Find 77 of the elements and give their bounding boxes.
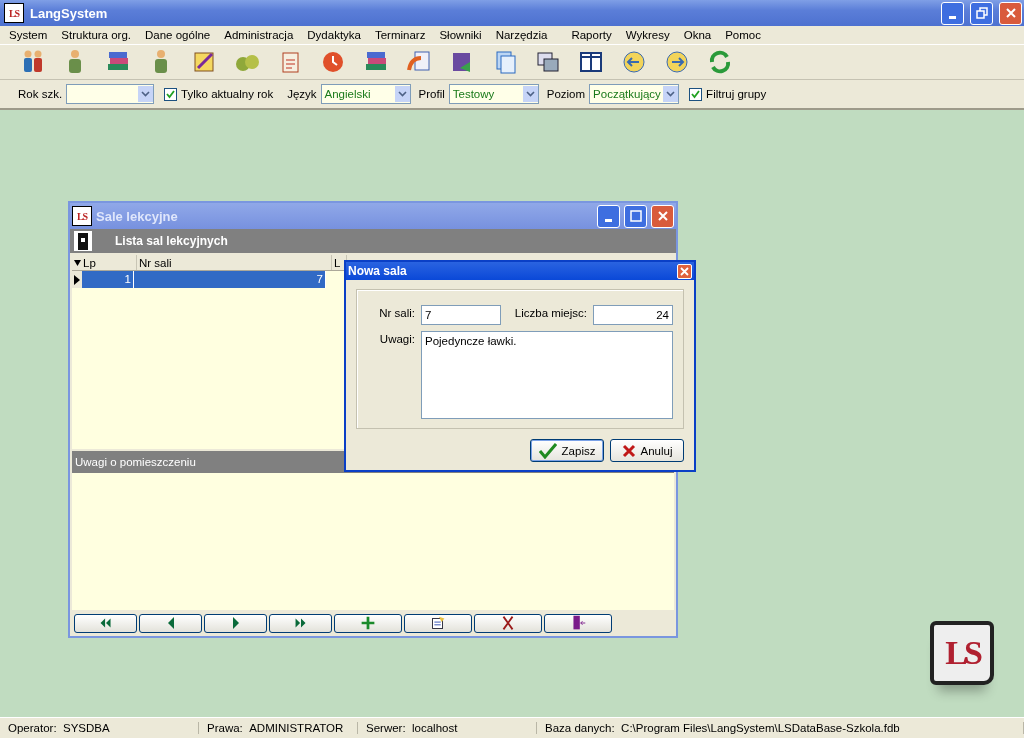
- table-cell: 1: [82, 271, 134, 288]
- status-field: Operator: SYSDBA: [0, 722, 199, 734]
- app-logo: LS: [930, 621, 994, 685]
- minimize-icon: [949, 15, 956, 19]
- room-number-field[interactable]: 7: [421, 305, 501, 325]
- minimize-button[interactable]: [941, 1, 964, 25]
- door-icon: [73, 230, 93, 252]
- add-button[interactable]: [334, 613, 402, 633]
- close-icon: [1004, 7, 1017, 19]
- panel-title: Lista sal lekcyjnych: [115, 234, 228, 248]
- close-button[interactable]: [651, 204, 674, 228]
- dropdown[interactable]: Testowy: [448, 84, 539, 104]
- rewind-button[interactable]: [74, 613, 137, 633]
- dialog-title: Nowa sala: [348, 264, 407, 278]
- seats-field[interactable]: 24: [593, 305, 673, 325]
- notes-field[interactable]: Pojedyncze ławki.: [421, 331, 673, 419]
- window-title: Sale lekcyjne: [96, 208, 179, 224]
- menu-item[interactable]: System: [2, 29, 55, 41]
- close-icon: [680, 266, 689, 276]
- check-icon: [166, 89, 176, 99]
- menu-item[interactable]: Dydaktyka: [300, 29, 368, 41]
- filter-label: Poziom: [546, 88, 586, 100]
- field-label: Nr sali:: [378, 306, 416, 319]
- dropdown[interactable]: Początkujący: [589, 84, 680, 104]
- exit-door-button[interactable]: [544, 613, 612, 633]
- sort-arrow-icon: [74, 259, 81, 266]
- filter-label: Profil: [418, 88, 445, 100]
- status-field: Baza danych: C:\Program Files\LangSystem\LSDataBase-Szkola.fdb: [537, 722, 1024, 734]
- maximize-icon: [629, 210, 642, 222]
- check-icon: [538, 442, 557, 459]
- check-icon: [691, 89, 701, 99]
- restore-icon: [975, 7, 988, 19]
- section-title: Uwagi o pomieszczeniu: [75, 456, 196, 468]
- checkbox[interactable]: Filtruj grupy: [689, 87, 767, 101]
- dropdown[interactable]: [66, 84, 155, 104]
- filter-label: Rok szk.: [18, 88, 63, 100]
- window-title: LangSystem: [30, 5, 109, 21]
- menu-item[interactable]: Pomoc: [718, 29, 768, 41]
- menu-item[interactable]: Administracja: [217, 29, 301, 41]
- close-button[interactable]: [999, 1, 1022, 25]
- field-label: Uwagi:: [378, 332, 416, 345]
- menu-item[interactable]: Struktura org.: [54, 29, 138, 41]
- minimize-button[interactable]: [597, 204, 620, 228]
- menu-item[interactable]: Słowniki: [432, 29, 489, 41]
- fast-forward-button[interactable]: [269, 613, 332, 633]
- dropdown[interactable]: Angielski: [320, 84, 411, 104]
- restore-button[interactable]: [970, 1, 993, 25]
- next-button[interactable]: [204, 613, 267, 633]
- app-icon: LS: [4, 3, 24, 23]
- menu-item[interactable]: Narzędzia: [488, 29, 555, 41]
- close-button[interactable]: [677, 263, 692, 279]
- row-pointer-icon: [74, 274, 80, 285]
- previous-icon: [167, 617, 174, 629]
- status-field: Serwer: localhost: [358, 722, 537, 734]
- column-header[interactable]: Nr sali: [137, 255, 332, 270]
- minimize-icon: [605, 218, 612, 222]
- field-label: Liczba miejsc:: [513, 306, 588, 319]
- close-icon: [656, 210, 669, 222]
- maximize-button[interactable]: [624, 204, 647, 228]
- delete-button[interactable]: [474, 613, 542, 633]
- checkbox[interactable]: Tylko aktualny rok: [164, 87, 274, 101]
- status-field: Prawa: ADMINISTRATOR: [199, 722, 358, 734]
- menu-item[interactable]: Okna: [676, 29, 719, 41]
- cross-icon: [621, 443, 636, 458]
- filter-label: Język: [287, 88, 317, 100]
- menu-item[interactable]: Raporty: [564, 29, 619, 41]
- menu-item[interactable]: Terminarz: [367, 29, 433, 41]
- previous-button[interactable]: [139, 613, 202, 633]
- column-header[interactable]: Lp: [72, 255, 137, 270]
- next-icon: [232, 617, 239, 629]
- edit-form-button[interactable]: [404, 613, 472, 633]
- menu-item[interactable]: Dane ogólne: [138, 29, 218, 41]
- menu-item[interactable]: Wykresy: [618, 29, 677, 41]
- table-cell: 7: [134, 271, 326, 288]
- cancel-button[interactable]: Anuluj: [610, 439, 684, 462]
- window-icon: LS: [72, 206, 92, 226]
- save-button[interactable]: Zapisz: [530, 439, 604, 462]
